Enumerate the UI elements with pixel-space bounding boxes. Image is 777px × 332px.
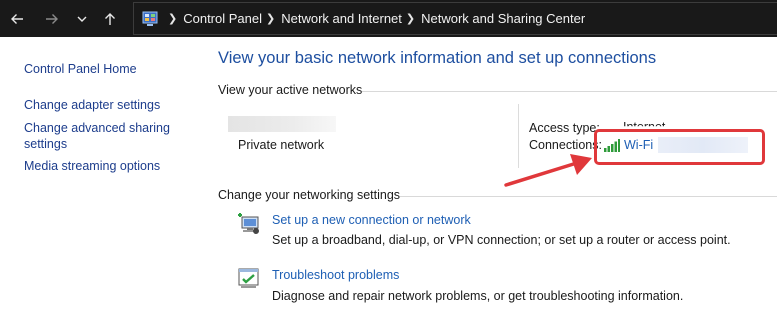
back-arrow-icon — [11, 13, 23, 24]
troubleshoot-description: Diagnose and repair network problems, or… — [272, 289, 684, 303]
page-title: View your basic network information and … — [218, 49, 657, 67]
setup-connection-description: Set up a broadband, dial-up, or VPN conn… — [272, 233, 731, 247]
troubleshoot-link[interactable]: Troubleshoot problems — [272, 268, 399, 282]
address-bar: ❯ Control Panel ❯ Network and Internet ❯… — [0, 0, 777, 37]
sidebar-item-change-adapter-settings[interactable]: Change adapter settings — [24, 97, 160, 113]
back-button[interactable] — [3, 0, 31, 37]
chevron-down-icon — [77, 16, 87, 22]
sidebar-item-media-streaming-options[interactable]: Media streaming options — [24, 158, 160, 174]
new-connection-icon — [236, 211, 262, 237]
network-type: Private network — [238, 138, 325, 152]
breadcrumb-network-and-internet[interactable]: Network and Internet — [281, 11, 402, 26]
up-arrow-icon — [105, 12, 115, 25]
section-divider — [400, 196, 777, 197]
annotation-highlight-box — [594, 129, 765, 165]
breadcrumb-control-panel[interactable]: Control Panel — [183, 11, 262, 26]
breadcrumb-separator: ❯ — [168, 13, 178, 25]
forward-button[interactable] — [38, 0, 66, 37]
breadcrumb-separator: ❯ — [405, 13, 416, 25]
breadcrumb[interactable]: ❯ Control Panel ❯ Network and Internet ❯… — [133, 2, 777, 35]
annotation-arrow-icon — [504, 154, 592, 187]
breadcrumb-network-sharing-center[interactable]: Network and Sharing Center — [421, 11, 585, 26]
sidebar-item-change-advanced-sharing-settings[interactable]: Change advanced sharing settings — [24, 120, 170, 152]
section-divider — [362, 91, 777, 92]
setup-connection-link[interactable]: Set up a new connection or network — [272, 213, 471, 227]
active-networks-heading: View your active networks — [218, 83, 363, 97]
sidebar-item-control-panel-home[interactable]: Control Panel Home — [24, 61, 137, 77]
recent-locations-button[interactable] — [68, 0, 96, 37]
troubleshoot-icon — [236, 266, 262, 292]
forward-arrow-icon — [46, 13, 58, 24]
access-type-label: Access type: — [529, 121, 600, 135]
up-button[interactable] — [96, 0, 124, 37]
network-name-redacted — [228, 116, 336, 132]
breadcrumb-separator: ❯ — [266, 13, 276, 25]
control-panel-icon — [142, 11, 158, 27]
change-settings-heading: Change your networking settings — [218, 188, 401, 202]
